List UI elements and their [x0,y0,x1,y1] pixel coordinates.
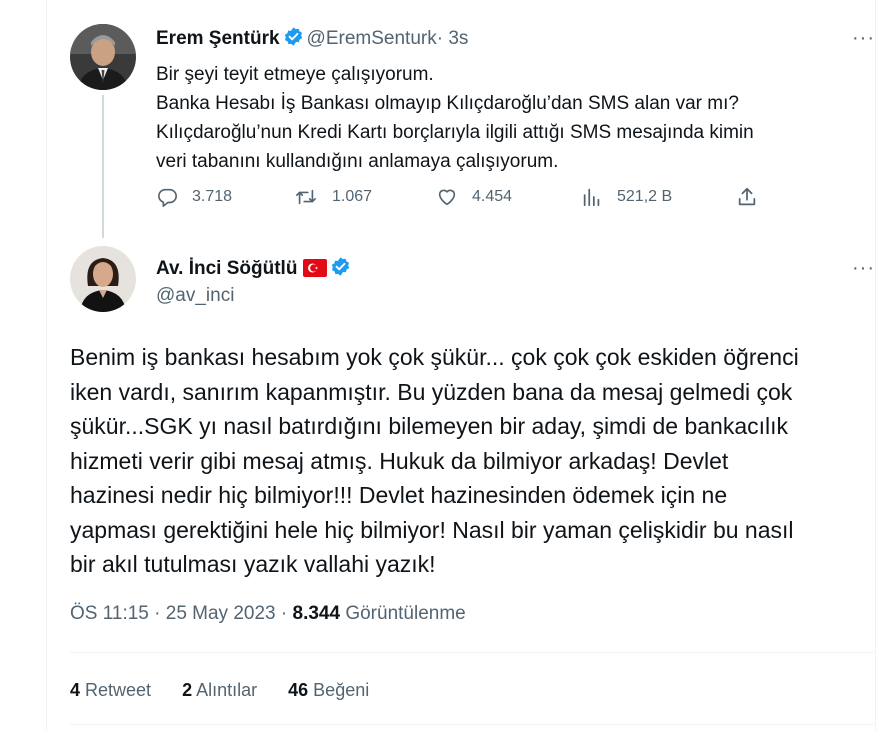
views-chart-icon [583,188,600,207]
share-icon [738,187,756,206]
quotes-stat-label: Alıntılar [192,680,258,700]
tweet2-view-count: 8.344 [292,603,341,624]
tweet2-meta: ÖS 11:15 · 25 May 2023 · 8.344 Görüntüle… [70,603,466,625]
tweet2-more-icon[interactable]: ··· [852,258,875,278]
tweet2-author-name[interactable]: Av. İnci Söğütlü [156,258,297,279]
tweet1-line: veri tabanını kullandığını anlamaya çalı… [156,151,559,172]
quotes-stat-count: 2 [182,680,193,700]
views-count: 521,2 B [617,188,673,205]
divider [70,724,876,725]
tweet1-line: Kılıçdaroğlu’nun Kredi Kartı borçlarıyla… [156,122,754,143]
tweet2-header: Av. İnci Söğütlü [156,256,354,282]
tweet1-line: Banka Hesabı İş Bankası olmayıp Kılıçdar… [156,93,739,114]
retweet-count: 1.067 [332,188,373,205]
tweet2-view-label: Görüntülenme [340,603,466,624]
tweet1-more-icon[interactable]: ··· [852,28,875,48]
like-button[interactable]: 4.454 [436,186,512,208]
tweet2-line: yapması gerektiğini hele hiç bilmiyor! N… [70,516,794,543]
verified-badge-icon [283,26,304,52]
tweet2-stats: 4 Retweet 2 Alıntılar 46 Beğeni [70,680,395,701]
tweet1-author-handle[interactable]: @EremSenturk [307,28,437,49]
share-button[interactable] [736,186,772,208]
likes-stat-count: 46 [288,680,309,700]
tweet2-line: hizmeti verir gibi mesaj atmış. Hukuk da… [70,447,729,474]
reply-icon [158,188,177,207]
tweet1-time[interactable]: · 3s [437,28,469,49]
tweet-thread: Erem Şentürk @EremSenturk· 3s ··· Bir şey… [0,0,888,731]
retweets-stat-link[interactable]: 4 Retweet [70,680,151,700]
tweet1-header: Erem Şentürk @EremSenturk· 3s [156,26,468,52]
tweet1-author-name[interactable]: Erem Şentürk [156,28,280,49]
heart-icon [438,189,456,206]
views-button[interactable]: 521,2 B [581,186,672,208]
tweet2-text: Benim iş bankası hesabım yok çok şükür..… [70,340,860,582]
tweet2-timestamp[interactable]: ÖS 11:15 · 25 May 2023 · [70,603,293,624]
divider [70,652,876,653]
tweet1-line: Bir şeyi teyit etmeye çalışıyorum. [156,64,434,85]
verified-badge-icon [330,256,351,282]
retweet-icon [296,189,316,205]
tweet2-line: Benim iş bankası hesabım yok çok şükür..… [70,344,799,370]
avatar-erem[interactable] [70,24,136,90]
tweet2-line: bir akıl tutulması yazık vallahi yazık! [70,551,436,577]
avatar-inci[interactable] [70,246,136,312]
tweet1-text: Bir şeyi teyit etmeye çalışıyorum. Banka… [156,60,856,176]
quotes-stat-link[interactable]: 2 Alıntılar [182,680,257,700]
retweet-button[interactable]: 1.067 [294,186,372,208]
tweet2-line: hazinesi nedir hiç bilmiyor!!! Devlet ha… [70,482,728,508]
like-count: 4.454 [472,188,513,205]
likes-stat-label: Beğeni [308,680,370,700]
reply-count: 3.718 [192,188,233,205]
retweets-stat-label: Retweet [80,680,152,700]
thread-connector-line [102,95,104,238]
timeline-right-border [875,0,876,731]
tweet2-line: şükür...SGK yı nasıl batırdığını bilemey… [70,413,789,439]
likes-stat-link[interactable]: 46 Beğeni [288,680,369,700]
tweet1-action-bar: 3.718 1.067 4.454 521,2 B [156,186,776,214]
retweets-stat-count: 4 [70,680,81,700]
tweet2-line: iken vardı, sanırım kapanmıştır. Bu yüzd… [70,378,793,405]
timeline-left-border [46,0,47,731]
reply-button[interactable]: 3.718 [156,186,232,208]
turkey-flag-icon [303,259,328,282]
tweet2-author-handle[interactable]: @av_inci [156,285,234,307]
